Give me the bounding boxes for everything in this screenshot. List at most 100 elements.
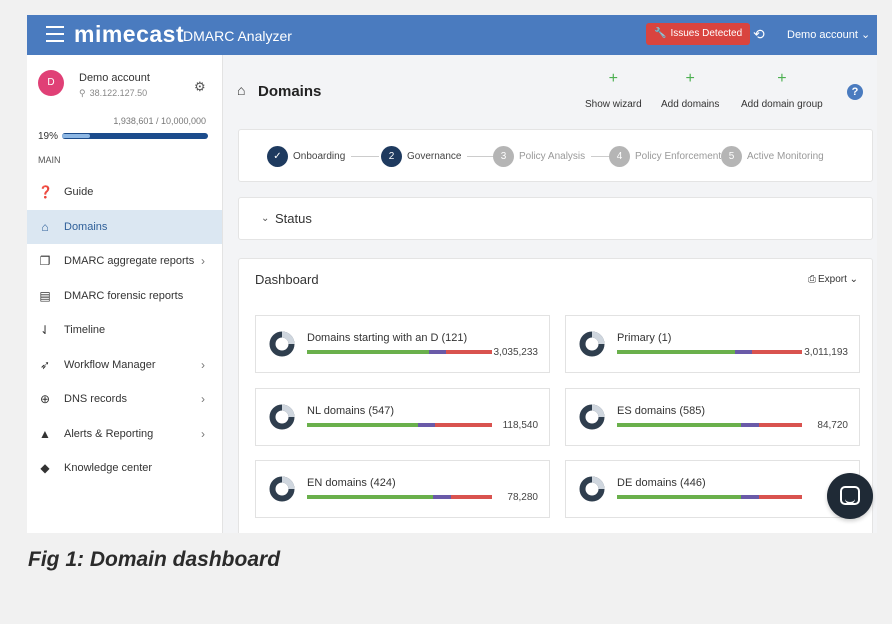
step-label: Onboarding (293, 150, 346, 162)
nav-icon: ▤ (39, 288, 51, 303)
step-label: Policy Analysis (519, 150, 586, 162)
domain-group-card[interactable]: Primary (1) 3,011,193 (565, 315, 860, 373)
nav-icon: ◆ (40, 461, 50, 475)
sidebar-item-dmarc-forensic-reports[interactable]: ▤ DMARC forensic reports (27, 279, 222, 314)
step-label: Governance (407, 150, 462, 162)
step-label: Policy Enforcement (635, 150, 722, 162)
step-onboarding[interactable]: ✓ Onboarding (267, 145, 380, 167)
sidebar-item-label: Domains (64, 220, 108, 233)
status-panel[interactable]: ⌄ Status (238, 197, 873, 240)
quota-percent: 19% (38, 131, 59, 142)
domain-group-name: ES domains (585) (617, 405, 706, 417)
sidebar-item-label: DMARC forensic reports (64, 289, 184, 302)
donut-chart-icon (269, 404, 295, 430)
hamburger-menu-icon[interactable] (46, 26, 64, 42)
export-icon: ⎙ (808, 274, 816, 285)
show-wizard-label: Show wizard (585, 99, 642, 110)
donut-chart-icon (269, 476, 295, 502)
section-label-main: MAIN (38, 155, 61, 165)
domain-compliance-bar (617, 495, 802, 499)
step-number: 2 (381, 145, 402, 167)
wrench-icon: 🔧 (654, 28, 667, 39)
chevron-right-icon: › (201, 426, 205, 441)
message-count: 78,280 (507, 492, 538, 503)
domain-group-card[interactable]: NL domains (547) 118,540 (255, 388, 550, 446)
bar-segment-green (617, 350, 736, 354)
dashboard-title: Dashboard (255, 272, 319, 287)
bar-segment-green (307, 350, 430, 354)
nav-icon: ⌂ (41, 219, 49, 234)
step-number: 3 (493, 145, 514, 167)
nav-icon: ⊕ (39, 392, 51, 406)
sidebar-item-label: Alerts & Reporting (64, 427, 154, 440)
bar-segment-purple (432, 495, 452, 499)
sidebar-item-label: Knowledge center (64, 462, 153, 474)
nav-icon: ➶ (39, 357, 51, 372)
chat-launcher-button[interactable] (827, 473, 873, 519)
onboarding-stepper: ✓ Onboarding 2 Governance 3 Policy Analysis… (238, 129, 873, 182)
chevron-right-icon: › (201, 254, 205, 268)
domain-group-card[interactable]: ES domains (585) 84,720 (565, 388, 860, 446)
step-active-monitoring[interactable]: 5 Active Monitoring (721, 145, 824, 167)
gear-icon[interactable]: ⚙ (194, 79, 206, 95)
quota-progress-fill (62, 134, 91, 138)
sidebar-item-alerts-reporting[interactable]: ▲ Alerts & Reporting › (27, 417, 222, 452)
message-count: 118,540 (502, 420, 538, 431)
sidebar-item-workflow-manager[interactable]: ➶ Workflow Manager › (27, 348, 222, 383)
step-number: 5 (721, 145, 742, 167)
sidebar: D Demo account ⚲ 38.122.127.50 ⚙ 1,938,60… (27, 55, 223, 533)
sidebar-item-knowledge-center[interactable]: ◆ Knowledge center (27, 451, 222, 486)
domain-group-name: Primary (1) (617, 332, 672, 344)
add-domains-button[interactable]: + Add domains (661, 71, 720, 111)
sidebar-item-label: DMARC aggregate reports (64, 255, 195, 267)
donut-chart-icon (579, 476, 605, 502)
sidebar-item-dns-records[interactable]: ⊕ DNS records › (27, 382, 222, 417)
chevron-right-icon: › (201, 392, 205, 406)
domain-compliance-bar (307, 495, 492, 499)
page-header: ⌂ Domains + Show wizard + Add domains + Add… (224, 55, 877, 121)
bar-segment-purple (740, 495, 760, 499)
step-label: Active Monitoring (747, 150, 824, 162)
message-count: 3,011,193 (804, 347, 848, 358)
add-domain-group-label: Add domain group (741, 99, 823, 110)
show-wizard-button[interactable]: + Show wizard (585, 71, 642, 111)
domain-compliance-bar (617, 350, 802, 354)
domain-group-card[interactable]: EN domains (424) 78,280 (255, 460, 550, 518)
home-icon: ⌂ (237, 82, 246, 98)
add-domains-label: Add domains (661, 99, 720, 110)
nav-icon: ▲ (39, 426, 51, 441)
bar-segment-red (759, 423, 802, 427)
bar-segment-green (617, 423, 741, 427)
sidebar-item-timeline[interactable]: ⇃ Timeline (27, 313, 222, 348)
step-number: 4 (609, 145, 630, 167)
dashboard-panel: Dashboard ⎙ Export ⌄ Domains starting wit… (238, 258, 873, 533)
domain-compliance-bar (307, 350, 492, 354)
sidebar-item-dmarc-aggregate-reports[interactable]: ❐ DMARC aggregate reports › (27, 244, 222, 279)
account-menu[interactable]: Demo account ⌄ (787, 28, 870, 41)
bar-segment-red (445, 350, 492, 354)
sidebar-item-label: DNS records (64, 393, 127, 405)
bar-segment-purple (740, 423, 760, 427)
app-screenshot: mimecast DMARC Analyzer 🔧 Issues Detected… (27, 15, 877, 533)
ip-text: 38.122.127.50 (89, 88, 148, 98)
quota-progress-bar (62, 133, 208, 139)
avatar[interactable]: D (38, 70, 64, 96)
step-connector (467, 155, 496, 157)
bar-segment-purple (418, 423, 435, 427)
step-governance[interactable]: 2 Governance (381, 145, 496, 167)
export-button[interactable]: ⎙ Export ⌄ (808, 274, 858, 285)
add-domain-group-button[interactable]: + Add domain group (741, 71, 823, 111)
sidebar-item-guide[interactable]: ❓ Guide (27, 175, 222, 210)
domain-group-card[interactable]: Domains starting with an D (121) 3,035,23… (255, 315, 550, 373)
sidebar-item-domains[interactable]: ⌂ Domains (27, 209, 222, 244)
sync-icon[interactable]: ⟲ (753, 26, 765, 43)
status-label: Status (275, 211, 312, 226)
issues-label: Issues Detected (670, 28, 743, 39)
step-policy-enforcement[interactable]: 4 Policy Enforcement (609, 145, 721, 167)
help-icon[interactable]: ? (847, 84, 863, 100)
issues-detected-button[interactable]: 🔧 Issues Detected (646, 23, 751, 45)
step-policy-analysis[interactable]: 3 Policy Analysis (493, 145, 620, 167)
domain-group-card[interactable]: DE domains (446)59, (565, 460, 860, 518)
donut-chart-icon (579, 404, 605, 430)
quota-text: 1,938,601 / 10,000,000 (113, 116, 206, 126)
